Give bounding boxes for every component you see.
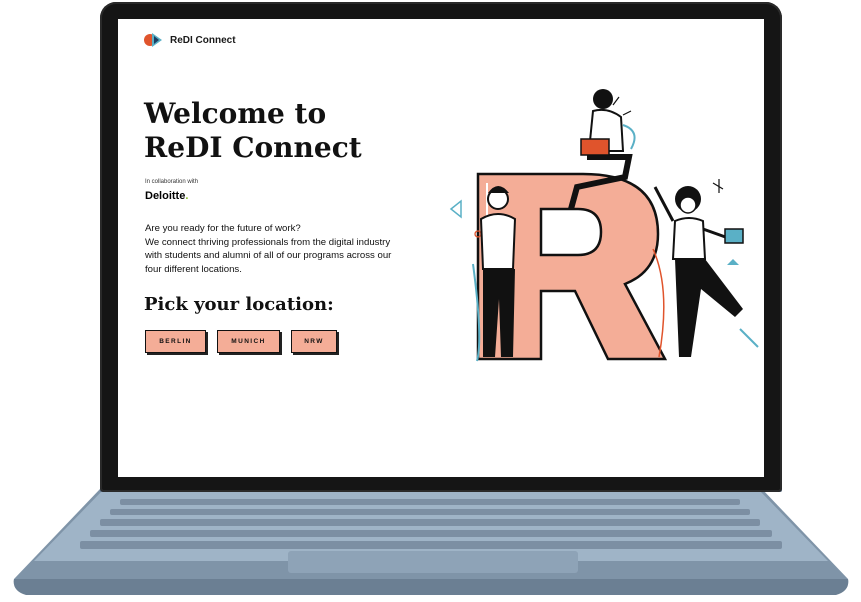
location-picker: BERLIN MUNICH NRW: [145, 330, 337, 353]
partner-dot: .: [185, 190, 189, 202]
location-button-berlin[interactable]: BERLIN: [145, 330, 206, 353]
location-picker-title: Pick your location:: [144, 294, 334, 315]
intro-line: Are you ready for the future of work?: [145, 223, 301, 234]
intro-text: Are you ready for the future of work? We…: [145, 222, 405, 276]
laptop-mockup: ReDI Connect Welcome to ReDI Connect In …: [0, 0, 861, 602]
page-title: Welcome to ReDI Connect: [144, 97, 362, 164]
brand-name: ReDI Connect: [170, 34, 236, 46]
laptop-keyboard-base: [13, 489, 849, 595]
partner-name: Deloitte: [145, 190, 186, 202]
redi-logo-icon: [144, 33, 162, 47]
collaboration-label: In collaboration with: [145, 179, 199, 185]
site-logo[interactable]: ReDI Connect: [144, 32, 236, 48]
location-button-nrw[interactable]: NRW: [291, 330, 337, 353]
people-around-letter-illustration: [449, 89, 759, 362]
laptop-screen: ReDI Connect Welcome to ReDI Connect In …: [118, 19, 764, 477]
person-dancing-right: [653, 186, 744, 357]
intro-line: We connect thriving professionals from t…: [145, 236, 392, 275]
location-button-munich[interactable]: MUNICH: [217, 330, 280, 353]
partner-logo: Deloitte.: [145, 190, 188, 202]
